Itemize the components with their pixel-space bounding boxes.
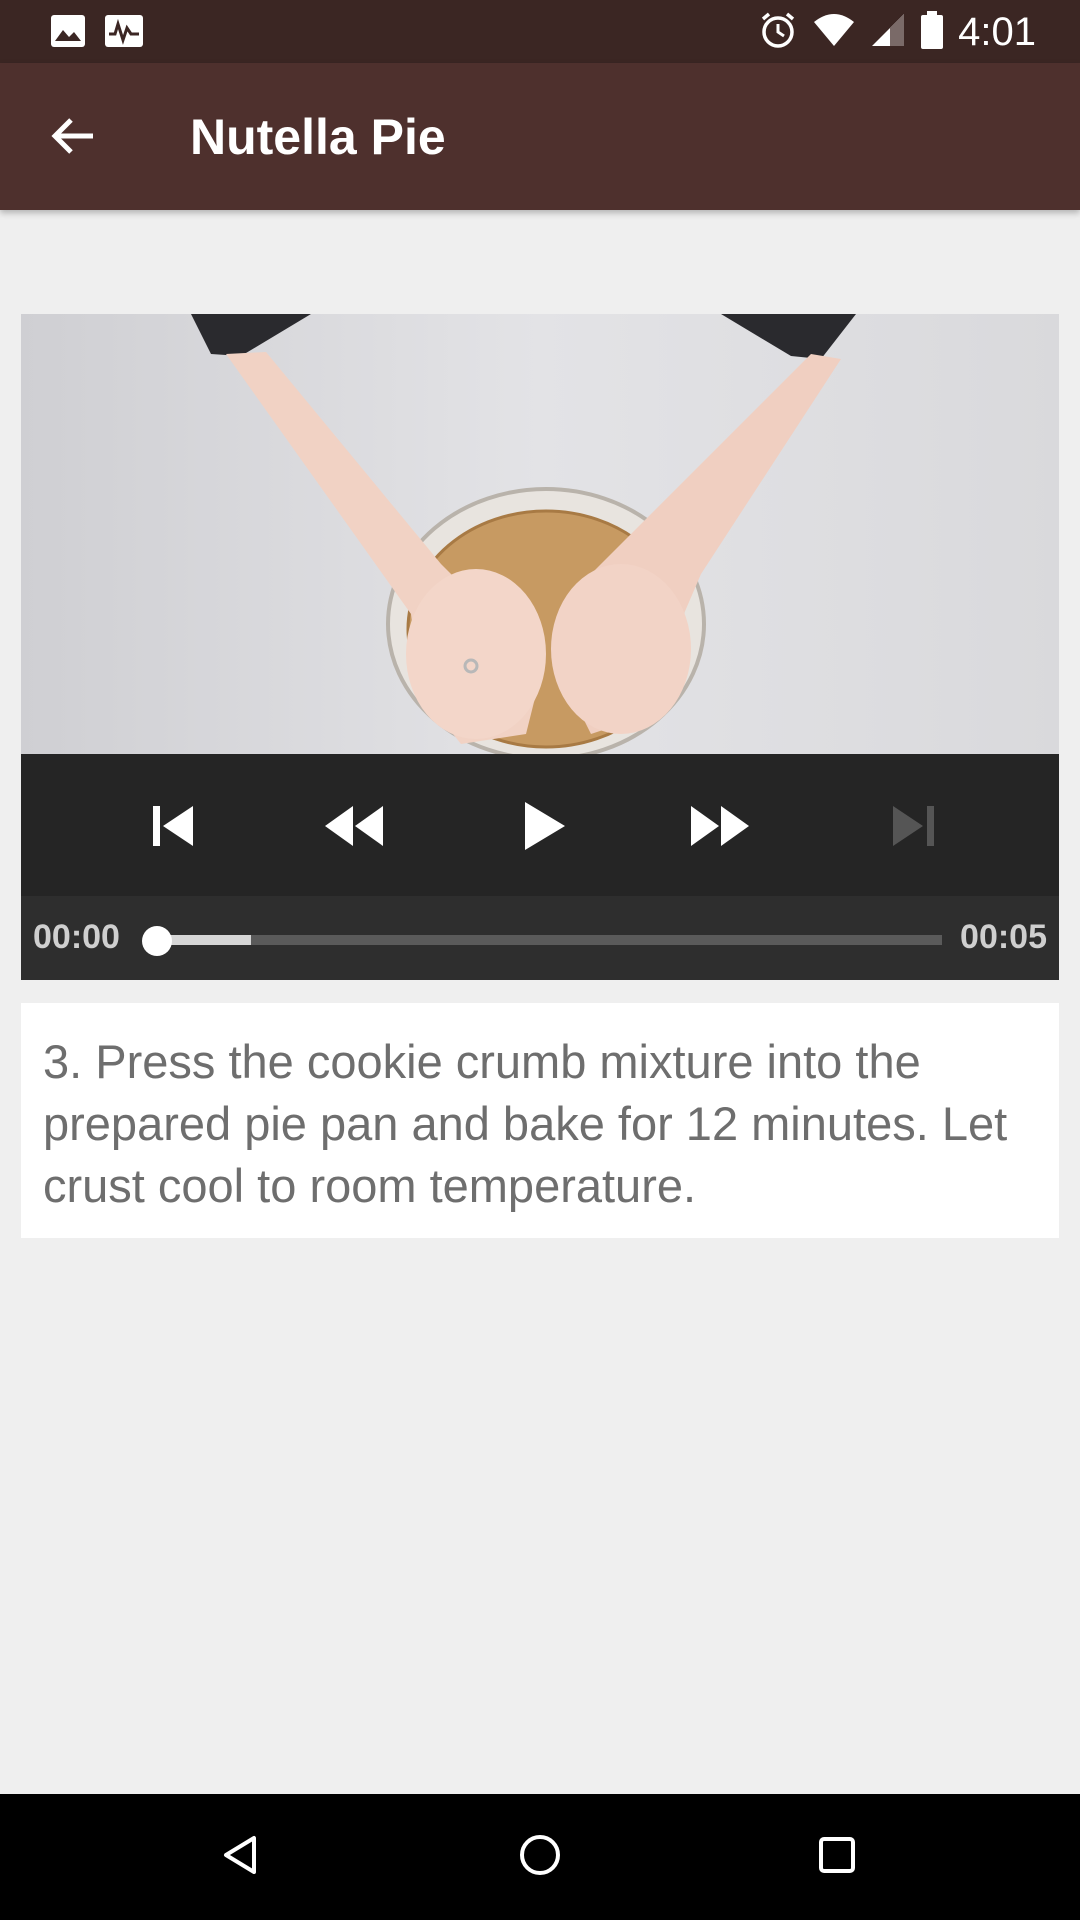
signal-icon: [870, 12, 906, 53]
progress-row: 00:00 00:05: [21, 896, 1059, 980]
arrow-back-icon: [49, 112, 97, 165]
back-button[interactable]: [38, 103, 108, 173]
nav-home-button[interactable]: [505, 1822, 575, 1892]
video-player[interactable]: 00:00 00:05: [21, 314, 1059, 980]
status-bar: 4:01: [0, 0, 1080, 63]
activity-icon: [104, 14, 143, 48]
back-triangle-icon: [216, 1830, 266, 1885]
nav-recents-button[interactable]: [802, 1822, 872, 1892]
current-time: 00:00: [33, 918, 120, 956]
seek-bar[interactable]: [157, 935, 942, 945]
skip-next-icon[interactable]: [883, 794, 947, 858]
app-bar: Nutella Pie: [0, 63, 1080, 210]
status-time: 4:01: [958, 9, 1036, 54]
video-frame[interactable]: [21, 314, 1059, 754]
play-icon[interactable]: [511, 794, 575, 858]
skip-previous-icon[interactable]: [141, 794, 205, 858]
fast-forward-icon[interactable]: [689, 794, 753, 858]
home-circle-icon: [515, 1830, 565, 1885]
video-frame-image: [21, 314, 1059, 754]
player-controls: [21, 754, 1059, 896]
seek-thumb[interactable]: [142, 926, 172, 956]
battery-icon: [920, 10, 944, 55]
step-card: 3. Press the cookie crumb mixture into t…: [21, 1003, 1059, 1238]
image-icon: [50, 14, 86, 48]
navigation-bar: [0, 1794, 1080, 1920]
rewind-icon[interactable]: [321, 794, 385, 858]
duration-time: 00:05: [960, 918, 1047, 956]
step-description: 3. Press the cookie crumb mixture into t…: [43, 1035, 1008, 1212]
recents-square-icon: [812, 1830, 862, 1885]
page-title: Nutella Pie: [190, 109, 446, 165]
wifi-icon: [812, 12, 856, 53]
alarm-icon: [758, 10, 798, 55]
nav-back-button[interactable]: [206, 1822, 276, 1892]
